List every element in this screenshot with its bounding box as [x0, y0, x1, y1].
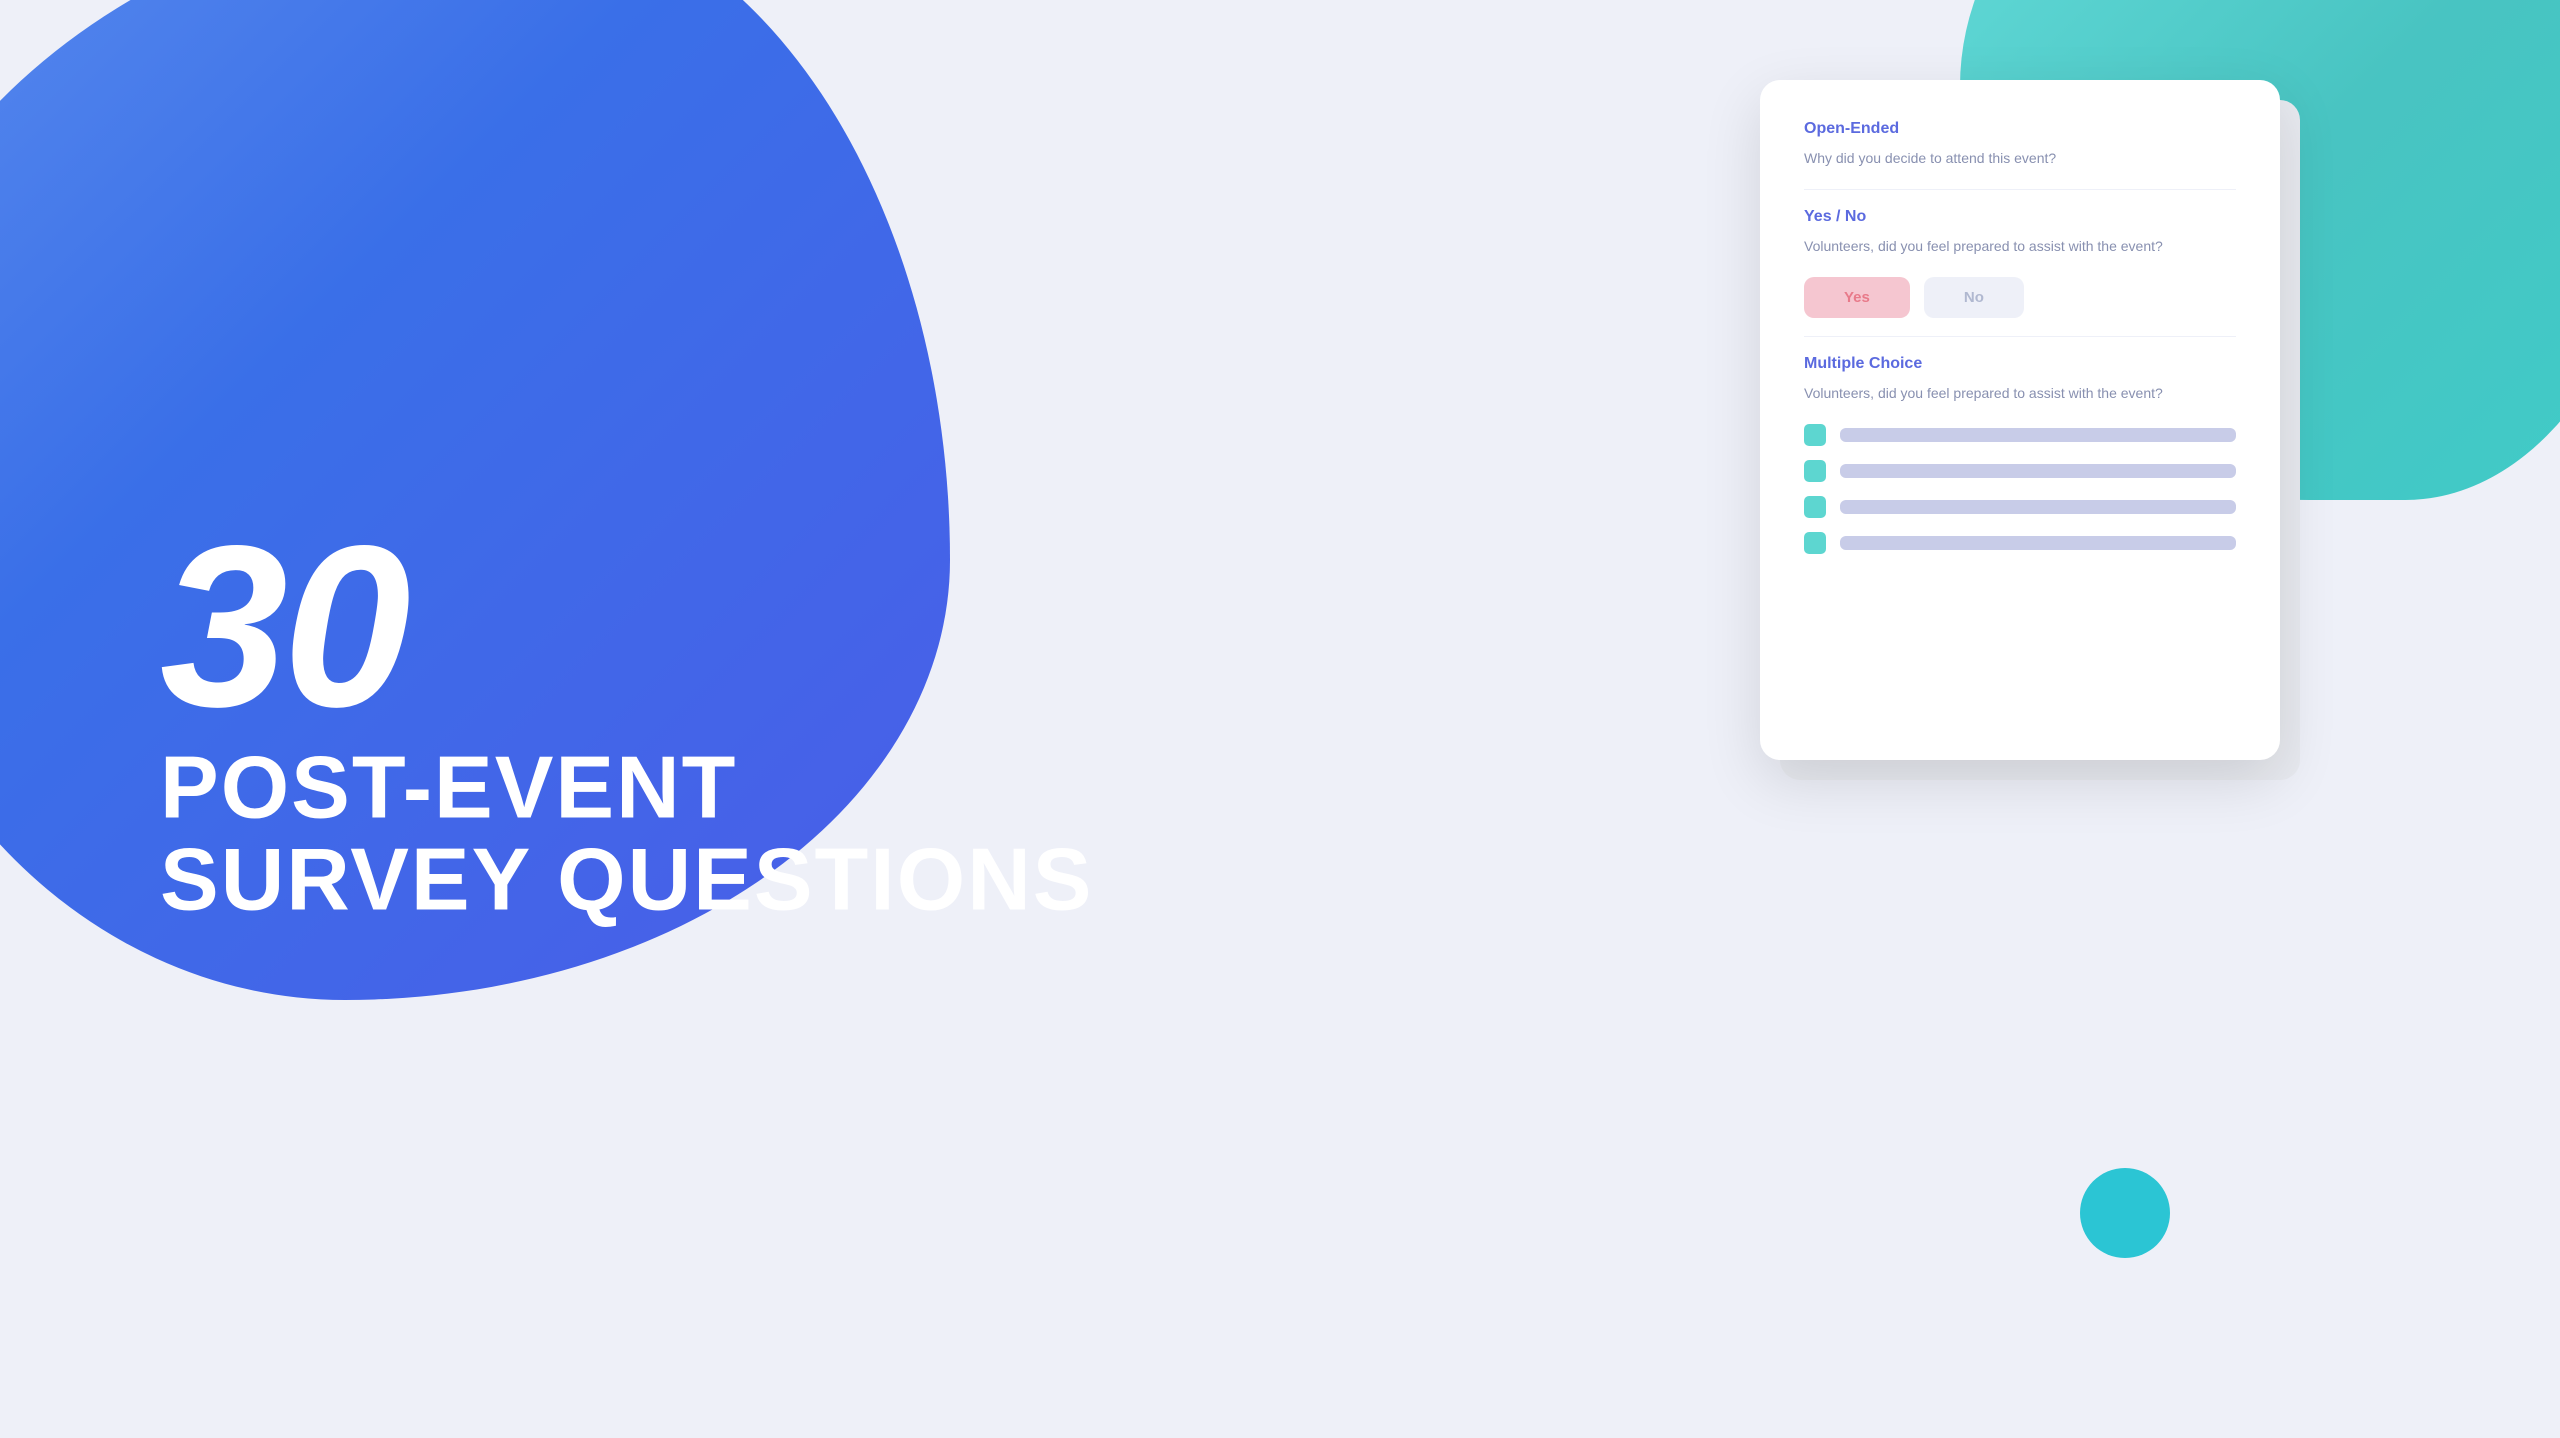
- mc-bar-2: [1840, 464, 2236, 478]
- no-button[interactable]: No: [1924, 277, 2024, 318]
- yes-no-section: Yes / No Volunteers, did you feel prepar…: [1804, 208, 2236, 318]
- mc-option-4: [1804, 532, 2236, 554]
- open-ended-question: Why did you decide to attend this event?: [1804, 148, 2236, 169]
- multiple-choice-question: Volunteers, did you feel prepared to ass…: [1804, 383, 2236, 404]
- mc-option-3: [1804, 496, 2236, 518]
- hero-number: 30: [160, 512, 1093, 742]
- survey-card: Open-Ended Why did you decide to attend …: [1760, 80, 2280, 760]
- yes-no-question: Volunteers, did you feel prepared to ass…: [1804, 236, 2236, 257]
- multiple-choice-label: Multiple Choice: [1804, 355, 2236, 373]
- hero-content: 30 POST-EVENT SURVEY QUESTIONS: [160, 512, 1093, 927]
- open-ended-label: Open-Ended: [1804, 120, 2236, 138]
- mc-option-2: [1804, 460, 2236, 482]
- yes-no-label: Yes / No: [1804, 208, 2236, 226]
- divider-2: [1804, 336, 2236, 337]
- mc-checkbox-2: [1804, 460, 1826, 482]
- mc-checkbox-1: [1804, 424, 1826, 446]
- mc-checkbox-4: [1804, 532, 1826, 554]
- hero-line1: POST-EVENT: [160, 742, 1093, 834]
- mc-bar-3: [1840, 500, 2236, 514]
- divider-1: [1804, 189, 2236, 190]
- mc-bar-1: [1840, 428, 2236, 442]
- circle-cyan: [2080, 1168, 2170, 1258]
- mc-bar-4: [1840, 536, 2236, 550]
- multiple-choice-section: Multiple Choice Volunteers, did you feel…: [1804, 355, 2236, 554]
- yes-no-row: Yes No: [1804, 277, 2236, 318]
- hero-line2: SURVEY QUESTIONS: [160, 834, 1093, 926]
- mc-option-1: [1804, 424, 2236, 446]
- open-ended-section: Open-Ended Why did you decide to attend …: [1804, 120, 2236, 169]
- mc-checkbox-3: [1804, 496, 1826, 518]
- yes-button[interactable]: Yes: [1804, 277, 1910, 318]
